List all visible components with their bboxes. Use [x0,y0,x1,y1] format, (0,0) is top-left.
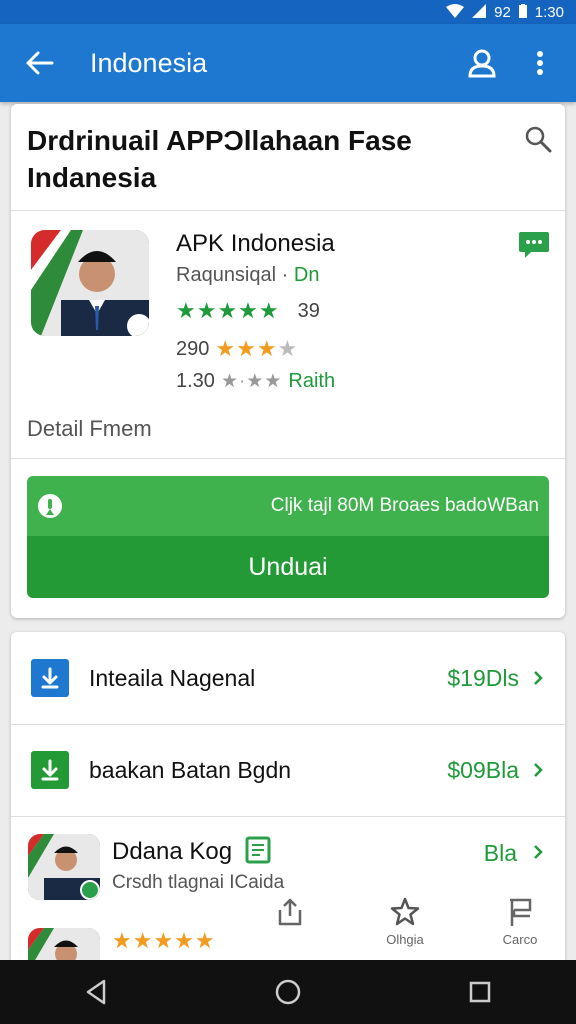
rating-count: 290 [176,337,210,360]
back-arrow-icon[interactable] [18,41,62,85]
detail-link[interactable]: Detail Fmem [27,416,152,442]
rating-count: 1.30 [176,370,215,392]
rating-star-empty: ★ [277,336,299,361]
divider [11,210,565,211]
account-icon[interactable] [460,41,504,85]
chat-icon[interactable] [519,232,549,258]
list-item-label: baakan Batan Bgdn [89,756,292,783]
chevron-right-icon [529,669,547,687]
list-item-price: $09Bla [447,756,519,783]
developer-separator: · [281,264,289,286]
rating-stars: ★★★★★ [176,298,280,323]
share-icon [278,898,302,926]
rate-button[interactable]: Olhgia [365,896,445,958]
document-icon [245,836,271,864]
download-icon [31,751,69,789]
info-icon [37,493,63,519]
signal-icon [472,3,487,21]
app-name: APK Indonesia [176,230,335,257]
developer-name: Raqunsiqal [176,264,277,286]
rating-row-2: 290 ★★★ ★ [176,336,298,362]
app-bar-title: Indonesia [90,47,208,78]
app-icon [31,230,149,336]
info-text: Cljk tajl 80M Broaes badoWBan [270,495,539,516]
chevron-right-icon [529,761,547,779]
nav-back-icon[interactable] [66,967,126,1017]
nav-recents-icon[interactable] [450,967,510,1017]
wifi-icon [446,3,465,21]
page-title: Drdrinuail APPƆllahaan Fase Indanesia [27,125,412,193]
app-bar: Indonesia [0,24,576,102]
list-item[interactable]: baakan Batan Bgdn $09Bla [11,724,565,816]
developer-tag: Dn [293,264,320,286]
battery-icon [518,3,527,21]
app-detail-card: Drdrinuail APPƆllahaan Fase Indanesia AP… [11,104,565,618]
status-time: 1:30 [534,3,564,21]
list-item[interactable]: Inteaila Nagenal $19Dls [11,632,565,724]
rate-label: Olhgia [386,932,424,947]
app-developer[interactable]: Raqunsiqal · Dn [176,264,319,287]
featured-subtitle: Crsdh tlagnai ICaida [112,872,285,893]
rating-row-1: ★★★★★ 39 [176,298,320,324]
nav-home-icon[interactable] [258,967,318,1017]
rating-stars: ★★★★★ [112,928,216,953]
rating-stars: ★★★ [215,336,278,361]
list-item-price: $19Dls [447,664,519,691]
battery-percent: 92 [494,3,511,21]
share-button[interactable] [250,896,330,958]
system-nav-bar [0,960,576,1024]
bottom-actions: Olhgia Carco [250,896,560,958]
chevron-right-icon[interactable] [529,843,547,861]
status-bar: 92 1:30 [0,0,576,24]
divider [11,458,565,459]
featured-price: Bla [483,840,517,866]
rating-row-3: 1.30 ★·★★ Raith [176,370,335,393]
flag-icon [510,898,532,926]
avatar [28,834,100,900]
info-banner: Cljk tajl 80M Broaes badoWBan [27,476,549,536]
overflow-menu-icon[interactable] [518,41,562,85]
rating-count: 39 [297,299,320,322]
report-label: Carco [502,932,538,947]
report-button[interactable]: Carco [480,896,560,958]
rating-tag: Raith [288,370,336,392]
divider [11,816,565,817]
download-icon [31,659,69,697]
featured-title[interactable]: Ddana Kog [112,838,232,866]
search-icon[interactable] [523,124,553,154]
list-item-label: Inteaila Nagenal [89,664,256,691]
download-button[interactable]: Unduai [27,536,549,598]
star-outline-icon [390,897,420,926]
rating-stars: ★·★★ [220,371,283,392]
